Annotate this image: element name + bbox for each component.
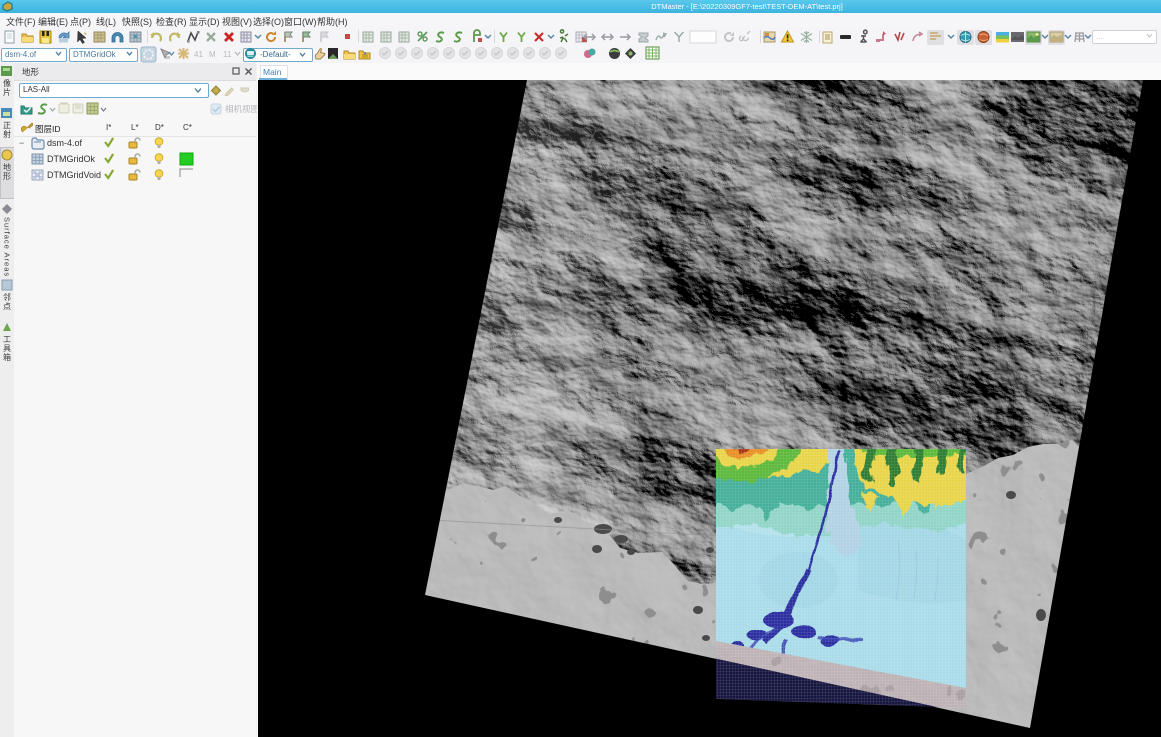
svg-text:相机视图: 相机视图 (225, 104, 259, 114)
svg-text:dsm-4.of: dsm-4.of (47, 138, 83, 148)
svg-text:−: − (19, 138, 24, 148)
svg-text:DTMGridVoid: DTMGridVoid (47, 170, 101, 180)
svg-text:DTMGridOk: DTMGridOk (47, 154, 95, 164)
